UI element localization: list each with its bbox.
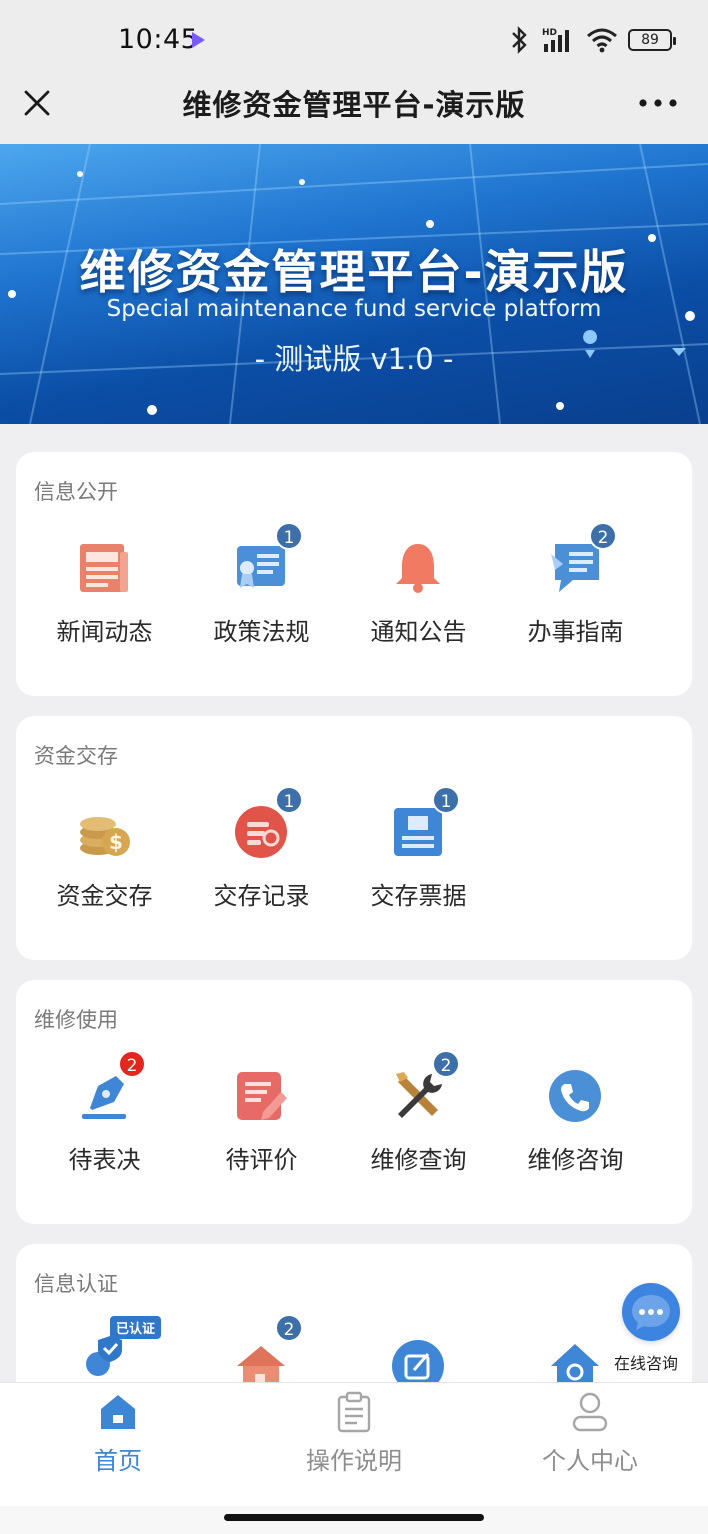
network-type: HD (542, 28, 557, 38)
coins-icon: $ (80, 817, 130, 856)
menu-item-repair-query[interactable]: 2 维修查询 (340, 1050, 497, 1180)
edit-document-icon (237, 1072, 287, 1120)
page-title: 维修资金管理平台-演示版 (182, 88, 526, 122)
tab-label: 个人中心 (542, 1447, 638, 1475)
menu-item-auth-house[interactable]: 2 (183, 1314, 340, 1382)
menu-item-news[interactable]: 新闻动态 (26, 532, 183, 652)
receipt-icon (394, 808, 442, 856)
bell-icon (396, 544, 440, 593)
menu-item-label: 新闻动态 (56, 618, 153, 646)
menu-item-notice[interactable]: 通知公告 (340, 532, 497, 652)
svg-text:$: $ (109, 830, 123, 854)
hero-banner: 维修资金管理平台-演示版 Special maintenance fund se… (0, 144, 708, 424)
signal-icon: HD (542, 28, 569, 52)
play-icon (192, 32, 205, 48)
newspaper-icon (80, 544, 128, 592)
menu-item-label: 待表决 (68, 1146, 141, 1174)
menu-item-pending-vote[interactable]: 2 待表决 (26, 1050, 183, 1180)
menu-item-policy[interactable]: 1 政策法规 (183, 522, 340, 652)
chat-list-icon (551, 544, 599, 592)
count-badge: 1 (432, 786, 460, 814)
tab-home[interactable]: 首页 (0, 1383, 236, 1507)
bottom-tab-bar: 首页 操作说明 个人中心 (0, 1382, 708, 1506)
tools-icon (396, 1072, 442, 1118)
online-consult-label[interactable]: 在线咨询 (614, 1350, 678, 1374)
edit-icon (392, 1340, 444, 1382)
verified-user-icon (86, 1336, 122, 1376)
tab-profile[interactable]: 个人中心 (472, 1383, 708, 1507)
banner-title: 维修资金管理平台-演示版 (79, 245, 629, 299)
menu-item-label: 政策法规 (213, 618, 310, 646)
status-time: 10:45 (118, 24, 199, 55)
phone-icon (549, 1070, 601, 1122)
menu-item-label: 待评价 (225, 1146, 298, 1174)
wifi-icon (587, 28, 617, 53)
menu-item-deposit-records[interactable]: 1 交存记录 (183, 786, 340, 916)
count-badge: 1 (275, 522, 303, 550)
menu-item-guide[interactable]: 2 办事指南 (497, 522, 654, 652)
menu-item-label: 资金交存 (56, 882, 153, 910)
tab-instructions[interactable]: 操作说明 (236, 1383, 472, 1507)
count-badge: 1 (275, 786, 303, 814)
section-title: 资金交存 (34, 744, 118, 768)
tab-label: 操作说明 (306, 1447, 402, 1475)
bluetooth-icon (512, 26, 527, 54)
section-title: 维修使用 (34, 1008, 118, 1032)
home-indicator[interactable] (224, 1514, 484, 1521)
house-icon (237, 1346, 285, 1382)
menu-item-pending-review[interactable]: 待评价 (183, 1060, 340, 1180)
home-icon (101, 1395, 135, 1429)
record-icon (235, 806, 287, 858)
pen-icon (82, 1076, 126, 1119)
menu-item-label: 维修查询 (370, 1146, 467, 1174)
menu-item-label: 维修咨询 (527, 1146, 624, 1174)
tab-label: 首页 (94, 1447, 142, 1475)
certificate-icon (237, 546, 285, 588)
section-title: 信息公开 (34, 480, 118, 504)
menu-item-repair-consult[interactable]: 维修咨询 (497, 1060, 654, 1180)
menu-item-auth-user[interactable]: 已认证 (26, 1316, 183, 1382)
status-icons: HD 89 (508, 26, 676, 54)
section-maintenance-use: 维修使用 2 待表决 待评价 2 维修查询 维修咨询 (16, 980, 692, 1224)
section-info-public: 信息公开 新闻动态 1 政策法规 通知公告 2 办事指南 (16, 452, 692, 696)
section-fund-deposit: 资金交存 $ 资金交存 1 交存记录 1 交存票据 (16, 716, 692, 960)
count-badge: 2 (275, 1314, 303, 1342)
title-bar: 维修资金管理平台-演示版 (0, 80, 708, 144)
count-badge: 2 (432, 1050, 460, 1078)
house-search-icon (551, 1344, 599, 1382)
menu-item-label: 办事指南 (527, 618, 624, 646)
online-consult-button[interactable] (622, 1283, 680, 1341)
status-bar: 10:45 HD 89 (0, 0, 708, 80)
section-title: 信息认证 (34, 1272, 118, 1296)
user-icon (572, 1392, 608, 1432)
menu-item-fund-deposit[interactable]: $ 资金交存 (26, 796, 183, 916)
menu-item-label: 交存票据 (370, 882, 467, 910)
menu-item-auth-edit[interactable] (340, 1324, 497, 1382)
section-info-auth: 信息认证 已认证 2 (16, 1244, 692, 1382)
banner-subtitle: Special maintenance fund service platfor… (106, 296, 602, 322)
verified-tag: 已认证 (110, 1316, 162, 1339)
banner-version: - 测试版 v1.0 - (254, 342, 454, 376)
clipboard-icon (337, 1391, 371, 1433)
menu-item-label: 通知公告 (370, 618, 467, 646)
battery-indicator: 89 (628, 29, 676, 51)
more-icon[interactable] (638, 96, 678, 110)
count-badge: 2 (589, 522, 617, 550)
alert-badge: 2 (118, 1050, 146, 1078)
menu-item-deposit-receipts[interactable]: 1 交存票据 (340, 786, 497, 916)
menu-item-label: 交存记录 (213, 882, 310, 910)
